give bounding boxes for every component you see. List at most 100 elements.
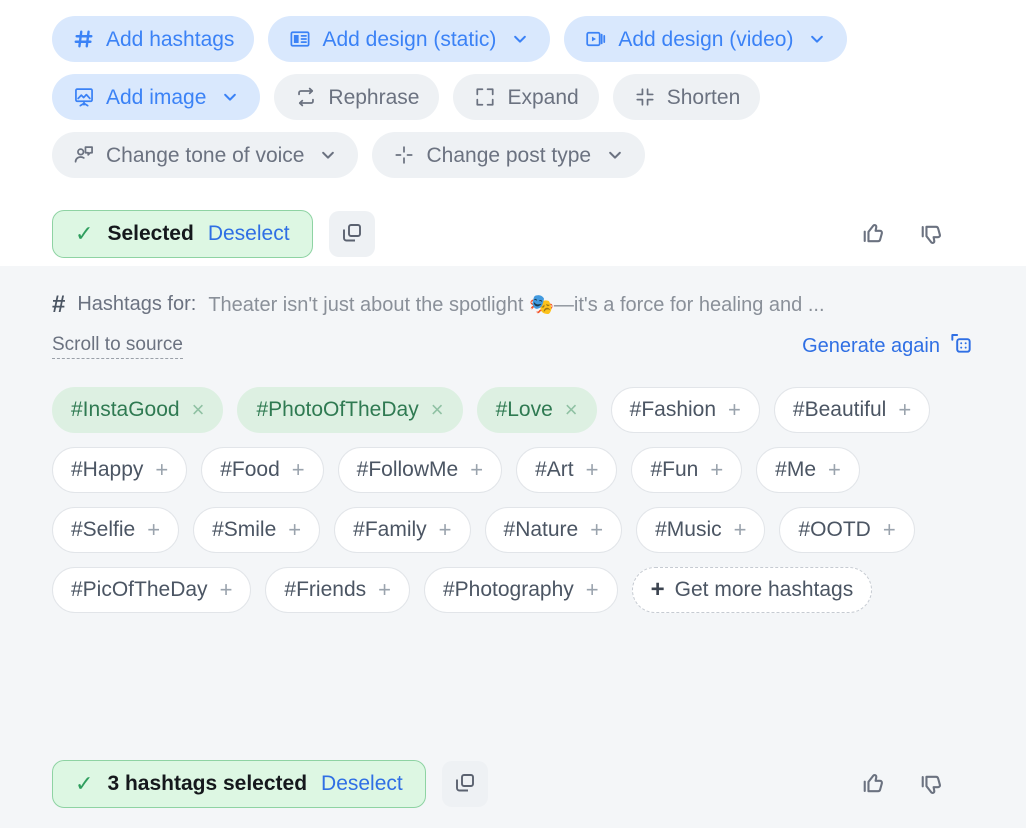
add-hashtag-icon[interactable]: + (378, 579, 391, 601)
hashtag-chip[interactable]: #Food + (201, 447, 323, 493)
hashtag-chip[interactable]: #OOTD+ (779, 507, 914, 553)
hashtag-label: #InstaGood (71, 398, 180, 422)
post-type-icon (392, 143, 416, 167)
hashtag-chip[interactable]: #Fun + (631, 447, 742, 493)
plus-icon: + (651, 578, 665, 602)
selected-status-label: Selected (107, 222, 193, 246)
action-chip-change-post-type[interactable]: Change post type (372, 132, 645, 178)
deselect-link[interactable]: Deselect (321, 772, 403, 796)
generate-icon (948, 330, 974, 362)
chevron-down-icon[interactable] (807, 29, 827, 49)
add-hashtag-icon[interactable]: + (288, 519, 301, 541)
deselect-link[interactable]: Deselect (208, 222, 290, 246)
hashtag-label: #Photography (443, 578, 574, 602)
thumbs-down-icon[interactable] (918, 219, 948, 249)
add-hashtag-icon[interactable]: + (292, 459, 305, 481)
action-chip-row: Add hashtags Add design (static) Add desig… (52, 16, 1026, 62)
expand-icon (473, 85, 497, 109)
hashtag-chip[interactable]: #Photography + (424, 567, 618, 613)
chevron-down-icon[interactable] (318, 145, 338, 165)
action-chip-add-design-static[interactable]: Add design (static) (268, 16, 550, 62)
hashtag-label: #Food (220, 458, 280, 482)
hashtag-chip[interactable]: #Music + (636, 507, 765, 553)
thumbs-up-icon[interactable] (860, 219, 890, 249)
add-hashtag-icon[interactable]: + (470, 459, 483, 481)
add-hashtag-icon[interactable]: + (220, 579, 233, 601)
add-hashtag-icon[interactable]: + (898, 399, 911, 421)
hashtag-label: #PicOfTheDay (71, 578, 208, 602)
shorten-icon (633, 85, 657, 109)
hashtag-chip[interactable]: #Art+ (516, 447, 617, 493)
action-chip-add-image[interactable]: Add image (52, 74, 260, 120)
copy-icon (453, 771, 477, 798)
hashtag-chip[interactable]: #Family + (334, 507, 470, 553)
add-hashtag-icon[interactable]: + (155, 459, 168, 481)
copy-button[interactable] (442, 761, 488, 807)
add-hashtag-icon[interactable]: + (728, 399, 741, 421)
bottom-selection-bar: ✓ 3 hashtags selected Deselect (0, 740, 1026, 828)
hashtags-for-label: Hashtags for: (77, 293, 196, 316)
hashtag-label: #Friends (284, 578, 366, 602)
hashtag-chip[interactable]: #Me + (756, 447, 860, 493)
hashtag-chip[interactable]: #Love× (477, 387, 597, 433)
generate-again-button[interactable]: Generate again (802, 330, 974, 362)
action-chip-shorten[interactable]: Shorten (613, 74, 761, 120)
scroll-to-source-link[interactable]: Scroll to source (52, 334, 183, 359)
thumbs-up-icon[interactable] (860, 769, 890, 799)
action-chip-label: Change post type (426, 145, 591, 166)
chevron-down-icon[interactable] (605, 145, 625, 165)
copy-button[interactable] (329, 211, 375, 257)
hashtag-label: #Me (775, 458, 816, 482)
action-chip-label: Add image (106, 87, 206, 108)
add-hashtag-icon[interactable]: + (147, 519, 160, 541)
hashtag-chip[interactable]: #Happy+ (52, 447, 187, 493)
add-hashtag-icon[interactable]: + (734, 519, 747, 541)
add-hashtag-icon[interactable]: + (710, 459, 723, 481)
selected-status-pill[interactable]: ✓ Selected Deselect (52, 210, 313, 258)
action-chip-change-tone-of-voice[interactable]: Change tone of voice (52, 132, 358, 178)
hashtag-chip[interactable]: #Beautiful + (774, 387, 930, 433)
hashtag-label: #Beautiful (793, 398, 886, 422)
action-chip-expand[interactable]: Expand (453, 74, 598, 120)
hashtag-chip[interactable]: #Fashion+ (611, 387, 760, 433)
add-hashtag-icon[interactable]: + (828, 459, 841, 481)
hashtag-chip[interactable]: #Friends + (265, 567, 410, 613)
hashtag-chip[interactable]: #Smile+ (193, 507, 320, 553)
hashtag-chip-list: #InstaGood×#PhotoOfTheDay×#Love×#Fashion… (52, 387, 952, 613)
add-hashtag-icon[interactable]: + (439, 519, 452, 541)
image-card-icon (288, 27, 312, 51)
action-chip-label: Change tone of voice (106, 145, 304, 166)
get-more-hashtags-button[interactable]: +Get more hashtags (632, 567, 873, 613)
copy-icon (340, 221, 364, 248)
hashtag-label: #Family (353, 518, 427, 542)
action-chip-row: Add image Rephrase Expand Shorten (52, 74, 1026, 120)
hashtags-selected-pill[interactable]: ✓ 3 hashtags selected Deselect (52, 760, 426, 808)
hashtag-chip[interactable]: #PhotoOfTheDay× (237, 387, 462, 433)
hashtag-chip[interactable]: #Selfie + (52, 507, 179, 553)
picture-icon (72, 85, 96, 109)
chevron-down-icon[interactable] (510, 29, 530, 49)
hashtags-selected-label: 3 hashtags selected (107, 772, 307, 796)
thumbs-down-icon[interactable] (918, 769, 948, 799)
hashtag-label: #Fun (650, 458, 698, 482)
action-chip-add-hashtags[interactable]: Add hashtags (52, 16, 254, 62)
hashtag-chip[interactable]: #PicOfTheDay + (52, 567, 251, 613)
hashtags-panel: # Hashtags for: Theater isn't just about… (0, 266, 1026, 794)
remove-hashtag-icon[interactable]: × (192, 399, 205, 421)
hashtag-chip[interactable]: #FollowMe+ (338, 447, 502, 493)
add-hashtag-icon[interactable]: + (590, 519, 603, 541)
hashtag-chip[interactable]: #Nature + (485, 507, 623, 553)
add-hashtag-icon[interactable]: + (586, 459, 599, 481)
add-hashtag-icon[interactable]: + (883, 519, 896, 541)
hashtag-label: #Selfie (71, 518, 135, 542)
person-chat-icon (72, 143, 96, 167)
action-chip-rephrase[interactable]: Rephrase (274, 74, 439, 120)
chevron-down-icon[interactable] (220, 87, 240, 107)
hashtag-label: #Music (655, 518, 722, 542)
hashtag-chip[interactable]: #InstaGood × (52, 387, 223, 433)
hashtag-label: #Nature (504, 518, 579, 542)
remove-hashtag-icon[interactable]: × (565, 399, 578, 421)
remove-hashtag-icon[interactable]: × (431, 399, 444, 421)
add-hashtag-icon[interactable]: + (586, 579, 599, 601)
action-chip-add-design-video[interactable]: Add design (video) (564, 16, 847, 62)
